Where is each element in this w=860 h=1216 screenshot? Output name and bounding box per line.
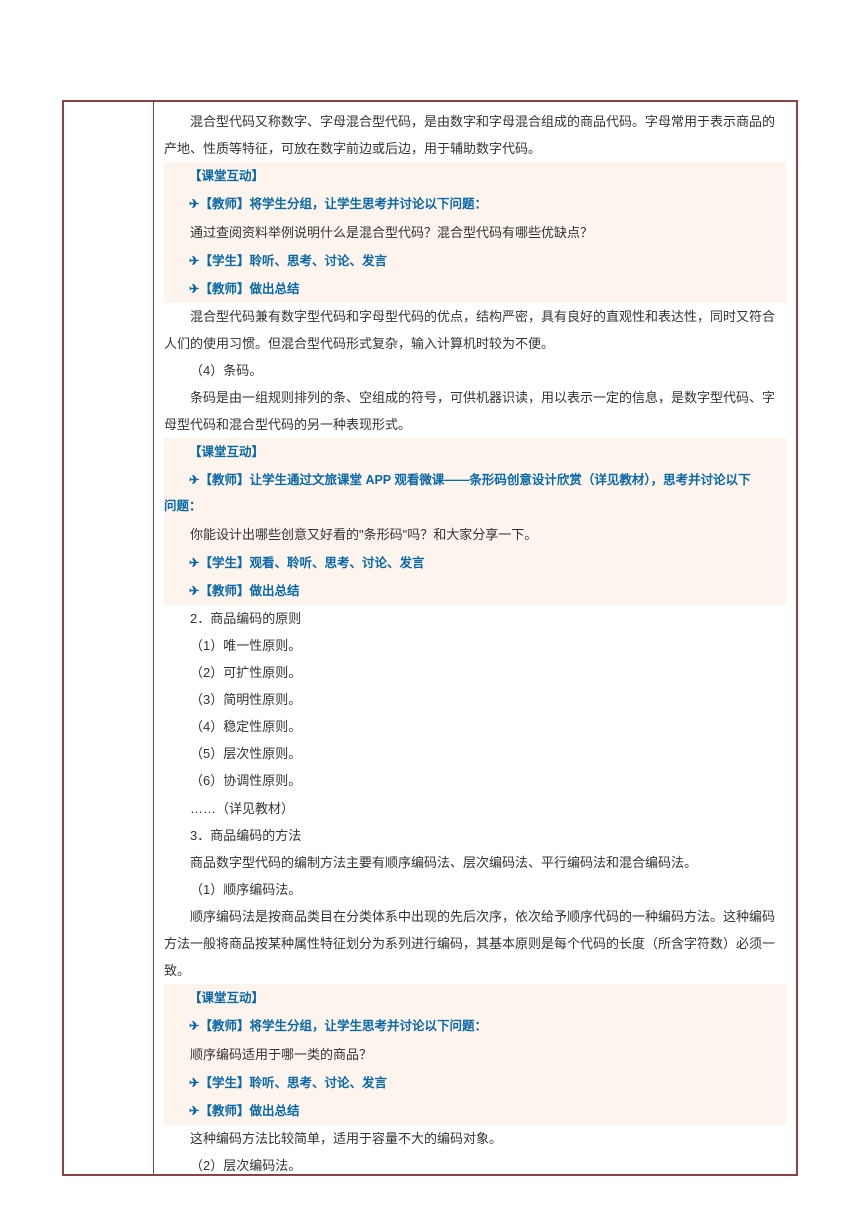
teacher-summary: ✈【教师】做出总结 (164, 275, 786, 303)
list-item: （1）顺序编码法。 (164, 876, 786, 903)
right-column: 混合型代码又称数字、字母混合型代码，是由数字和字母混合组成的商品代码。字母常用于… (154, 102, 796, 1174)
paragraph: 混合型代码兼有数字型代码和字母型代码的优点，结构严密，具有良好的直观性和表达性，… (164, 303, 786, 357)
interaction-question: 通过查阅资料举例说明什么是混合型代码？混合型代码有哪些优缺点？ (164, 218, 786, 247)
list-item: （5）层次性原则。 (164, 740, 786, 767)
student-action: ✈【学生】聆听、思考、讨论、发言 (164, 247, 786, 275)
list-item: （2）可扩性原则。 (164, 659, 786, 686)
interaction-question: 顺序编码适用于哪一类的商品？ (164, 1040, 786, 1069)
student-action: ✈【学生】观看、聆听、思考、讨论、发言 (164, 549, 786, 577)
list-item: （3）简明性原则。 (164, 686, 786, 713)
table-wrapper: 混合型代码又称数字、字母混合型代码，是由数字和字母混合组成的商品代码。字母常用于… (62, 100, 798, 1176)
list-item: （1）唯一性原则。 (164, 632, 786, 659)
section-heading: 2．商品编码的原则 (164, 605, 786, 632)
student-action: ✈【学生】聆听、思考、讨论、发言 (164, 1069, 786, 1097)
teacher-text-line2: 问题： (164, 499, 202, 513)
left-column (64, 102, 154, 1174)
paragraph: （4）条码。 (164, 357, 786, 384)
paragraph: 条码是由一组规则排列的条、空组成的符号，可供机器识读，用以表示一定的信息，是数字… (164, 384, 786, 438)
paragraph: 混合型代码又称数字、字母混合型代码，是由数字和字母混合组成的商品代码。字母常用于… (164, 108, 786, 162)
list-item: （4）稳定性原则。 (164, 713, 786, 740)
teacher-summary: ✈【教师】做出总结 (164, 1097, 786, 1125)
teacher-summary: ✈【教师】做出总结 (164, 577, 786, 605)
teacher-instruction: ✈【教师】让学生通过文旅课堂 APP 观看微课——条形码创意设计欣赏（详见教材）… (164, 466, 786, 520)
interaction-header: 【课堂互动】 (164, 162, 786, 190)
list-item: （2）层次编码法。 (164, 1152, 786, 1174)
teacher-instruction: ✈【教师】将学生分组，让学生思考并讨论以下问题： (164, 190, 786, 218)
paragraph: 顺序编码法是按商品类目在分类体系中出现的先后次序，依次给予顺序代码的一种编码方法… (164, 903, 786, 984)
paragraph: ……（详见教材） (164, 795, 786, 822)
paragraph: 这种编码方法比较简单，适用于容量不大的编码对象。 (164, 1125, 786, 1152)
section-heading: 3．商品编码的方法 (164, 822, 786, 849)
interaction-header: 【课堂互动】 (164, 438, 786, 466)
content-block: 混合型代码又称数字、字母混合型代码，是由数字和字母混合组成的商品代码。字母常用于… (164, 108, 786, 1174)
interaction-question: 你能设计出哪些创意又好看的"条形码"吗？和大家分享一下。 (164, 520, 786, 549)
teacher-instruction: ✈【教师】将学生分组，让学生思考并讨论以下问题： (164, 1012, 786, 1040)
interaction-header: 【课堂互动】 (164, 984, 786, 1012)
paragraph: 商品数字型代码的编制方法主要有顺序编码法、层次编码法、平行编码法和混合编码法。 (164, 849, 786, 876)
page-container: 混合型代码又称数字、字母混合型代码，是由数字和字母混合组成的商品代码。字母常用于… (0, 0, 860, 1216)
list-item: （6）协调性原则。 (164, 767, 786, 794)
teacher-text-line1: ✈【教师】让学生通过文旅课堂 APP 观看微课——条形码创意设计欣赏（详见教材）… (164, 467, 751, 493)
